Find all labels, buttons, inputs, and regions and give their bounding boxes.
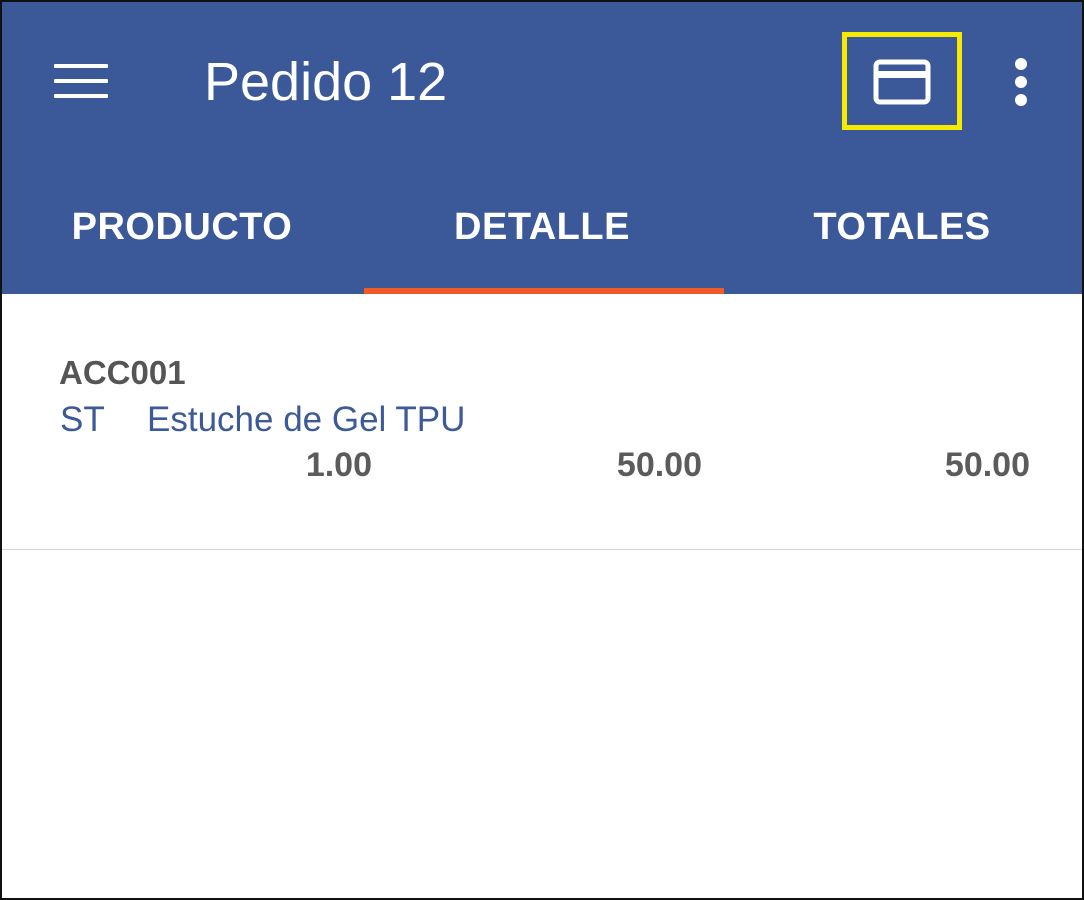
product-unit: ST xyxy=(60,400,105,439)
menu-line xyxy=(54,94,108,98)
payment-card-button[interactable] xyxy=(842,32,962,130)
more-dot xyxy=(1015,94,1027,106)
more-dot xyxy=(1015,76,1027,88)
menu-line xyxy=(54,64,108,68)
more-vert-icon[interactable] xyxy=(994,48,1050,118)
tab-label: PRODUCTO xyxy=(71,206,293,248)
product-price: 50.00 xyxy=(616,446,702,484)
tab-label: TOTALES xyxy=(813,206,991,248)
hamburger-menu-icon[interactable] xyxy=(46,54,120,110)
tab-detalle[interactable]: DETALLE xyxy=(362,182,722,294)
product-description: Estuche de Gel TPU xyxy=(147,400,466,439)
list-item[interactable]: ACC001 ST Estuche de Gel TPU 1.00 50.00 … xyxy=(2,294,1082,550)
product-quantity: 1.00 xyxy=(305,446,372,484)
app-bar: Pedido 12 PRODUCTO DETALLE TOTALES xyxy=(2,2,1082,294)
tab-totales[interactable]: TOTALES xyxy=(722,182,1082,294)
more-dot xyxy=(1015,58,1027,70)
row-divider xyxy=(2,549,1082,550)
credit-card-icon xyxy=(873,59,931,105)
app-screen: Pedido 12 PRODUCTO DETALLE TOTALES ACC00… xyxy=(0,0,1084,900)
product-code: ACC001 xyxy=(59,354,186,391)
page-title: Pedido 12 xyxy=(204,52,448,112)
menu-line xyxy=(54,79,108,83)
tab-label: DETALLE xyxy=(454,206,630,248)
tab-producto[interactable]: PRODUCTO xyxy=(2,182,362,294)
product-total: 50.00 xyxy=(944,446,1030,484)
